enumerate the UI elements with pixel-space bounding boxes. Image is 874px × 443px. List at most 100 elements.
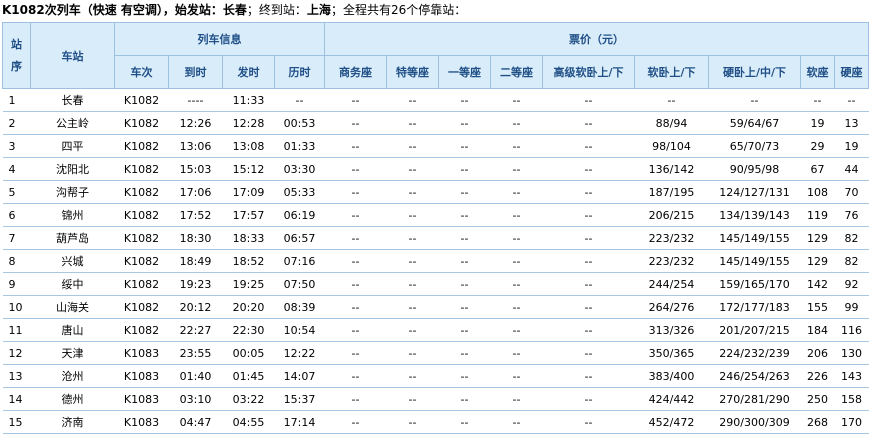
cell-hard-seat: 19: [834, 134, 869, 158]
cell-second: --: [490, 341, 543, 365]
cell-hard-sleeper: --: [708, 88, 801, 112]
cell-special: --: [386, 318, 439, 342]
cell-arrive: ----: [168, 88, 223, 112]
cell-business: --: [324, 180, 387, 204]
terminal-station: 上海: [306, 3, 331, 17]
cell-arrive: 01:40: [168, 364, 223, 388]
cell-duration: 10:54: [274, 318, 325, 342]
cell-seq: 10: [2, 295, 31, 319]
cell-duration: 15:37: [274, 387, 325, 411]
cell-special: --: [386, 295, 439, 319]
cell-depart: 17:57: [222, 203, 275, 227]
cell-depart: 19:25: [222, 272, 275, 296]
cell-station: 山海关: [30, 295, 115, 319]
cell-first: --: [438, 295, 491, 319]
cell-duration: 07:16: [274, 249, 325, 273]
col-soft-seat: 软座: [800, 55, 835, 89]
cell-second: --: [490, 295, 543, 319]
col-depart: 发时: [222, 55, 275, 89]
cell-soft-sleeper: 187/195: [634, 180, 709, 204]
cell-seq: 12: [2, 341, 31, 365]
cell-station: 德州: [30, 387, 115, 411]
col-business: 商务座: [324, 55, 387, 89]
cell-deluxe-sleeper: --: [542, 88, 635, 112]
cell-soft-sleeper: 424/442: [634, 387, 709, 411]
cell-depart: 17:09: [222, 180, 275, 204]
cell-deluxe-sleeper: --: [542, 295, 635, 319]
cell-first: --: [438, 157, 491, 181]
cell-train-no: K1082: [114, 134, 169, 158]
cell-seq: 11: [2, 318, 31, 342]
cell-soft-sleeper: 136/142: [634, 157, 709, 181]
cell-business: --: [324, 134, 387, 158]
cell-hard-sleeper: 290/300/309: [708, 410, 801, 434]
page-title: K1082次列车（快速 有空调），始发站：长春；终到站：上海；全程共有26个停靠…: [0, 0, 874, 22]
cell-second: --: [490, 318, 543, 342]
cell-hard-sleeper: 270/281/290: [708, 387, 801, 411]
cell-hard-seat: 76: [834, 203, 869, 227]
cell-soft-seat: 19: [800, 111, 835, 135]
cell-soft-sleeper: 244/254: [634, 272, 709, 296]
cell-train-no: K1083: [114, 410, 169, 434]
cell-second: --: [490, 364, 543, 388]
cell-first: --: [438, 203, 491, 227]
cell-special: --: [386, 157, 439, 181]
cell-hard-seat: 44: [834, 157, 869, 181]
cell-soft-seat: 206: [800, 341, 835, 365]
cell-depart: 20:20: [222, 295, 275, 319]
cell-depart: 03:22: [222, 387, 275, 411]
train-label: K1082次列车（快速 有空调），始发站：: [2, 3, 223, 17]
cell-hard-sleeper: 172/177/183: [708, 295, 801, 319]
cell-depart: 12:28: [222, 111, 275, 135]
cell-depart: 15:12: [222, 157, 275, 181]
cell-first: --: [438, 410, 491, 434]
cell-business: --: [324, 249, 387, 273]
cell-duration: 08:39: [274, 295, 325, 319]
cell-hard-seat: 170: [834, 410, 869, 434]
cell-business: --: [324, 226, 387, 250]
col-hard-sleeper: 硬卧上/中/下: [708, 55, 801, 89]
cell-seq: 5: [2, 180, 31, 204]
cell-special: --: [386, 134, 439, 158]
cell-business: --: [324, 387, 387, 411]
col-duration: 历时: [274, 55, 325, 89]
cell-first: --: [438, 226, 491, 250]
cell-train-no: K1083: [114, 341, 169, 365]
cell-first: --: [438, 180, 491, 204]
cell-seq: 8: [2, 249, 31, 273]
cell-station: 天津: [30, 341, 115, 365]
stop-summary: ；全程共有26个停靠站：: [330, 3, 467, 17]
cell-arrive: 13:06: [168, 134, 223, 158]
cell-duration: 03:30: [274, 157, 325, 181]
cell-special: --: [386, 387, 439, 411]
cell-business: --: [324, 410, 387, 434]
cell-station: 唐山: [30, 318, 115, 342]
cell-depart: 22:30: [222, 318, 275, 342]
table-row: 12 天津 K1083 23:55 00:05 12:22 -- -- -- -- -- 350/36…: [2, 341, 869, 365]
cell-hard-sleeper: 90/95/98: [708, 157, 801, 181]
cell-second: --: [490, 134, 543, 158]
col-soft-sleeper: 软卧上/下: [634, 55, 709, 89]
table-row: 15 济南 K1083 04:47 04:55 17:14 -- -- -- -- -- 452/47…: [2, 410, 869, 434]
col-special: 特等座: [386, 55, 439, 89]
cell-deluxe-sleeper: --: [542, 111, 635, 135]
cell-first: --: [438, 111, 491, 135]
cell-hard-seat: 82: [834, 249, 869, 273]
cell-seq: 13: [2, 364, 31, 388]
cell-business: --: [324, 157, 387, 181]
cell-duration: 12:22: [274, 341, 325, 365]
cell-special: --: [386, 88, 439, 112]
cell-arrive: 22:27: [168, 318, 223, 342]
table-row: 1 长春 K1082 ---- 11:33 -- -- -- -- -- -- -- -- -- --: [2, 88, 869, 112]
col-seq: 站序: [2, 22, 31, 89]
cell-first: --: [438, 341, 491, 365]
col-hard-seat: 硬座: [833, 55, 870, 89]
cell-soft-seat: 119: [800, 203, 835, 227]
cell-station: 绥中: [30, 272, 115, 296]
cell-arrive: 04:47: [168, 410, 223, 434]
cell-hard-sleeper: 65/70/73: [708, 134, 801, 158]
cell-special: --: [386, 410, 439, 434]
cell-train-no: K1083: [114, 364, 169, 388]
cell-second: --: [490, 111, 543, 135]
cell-hard-sleeper: 224/232/239: [708, 341, 801, 365]
